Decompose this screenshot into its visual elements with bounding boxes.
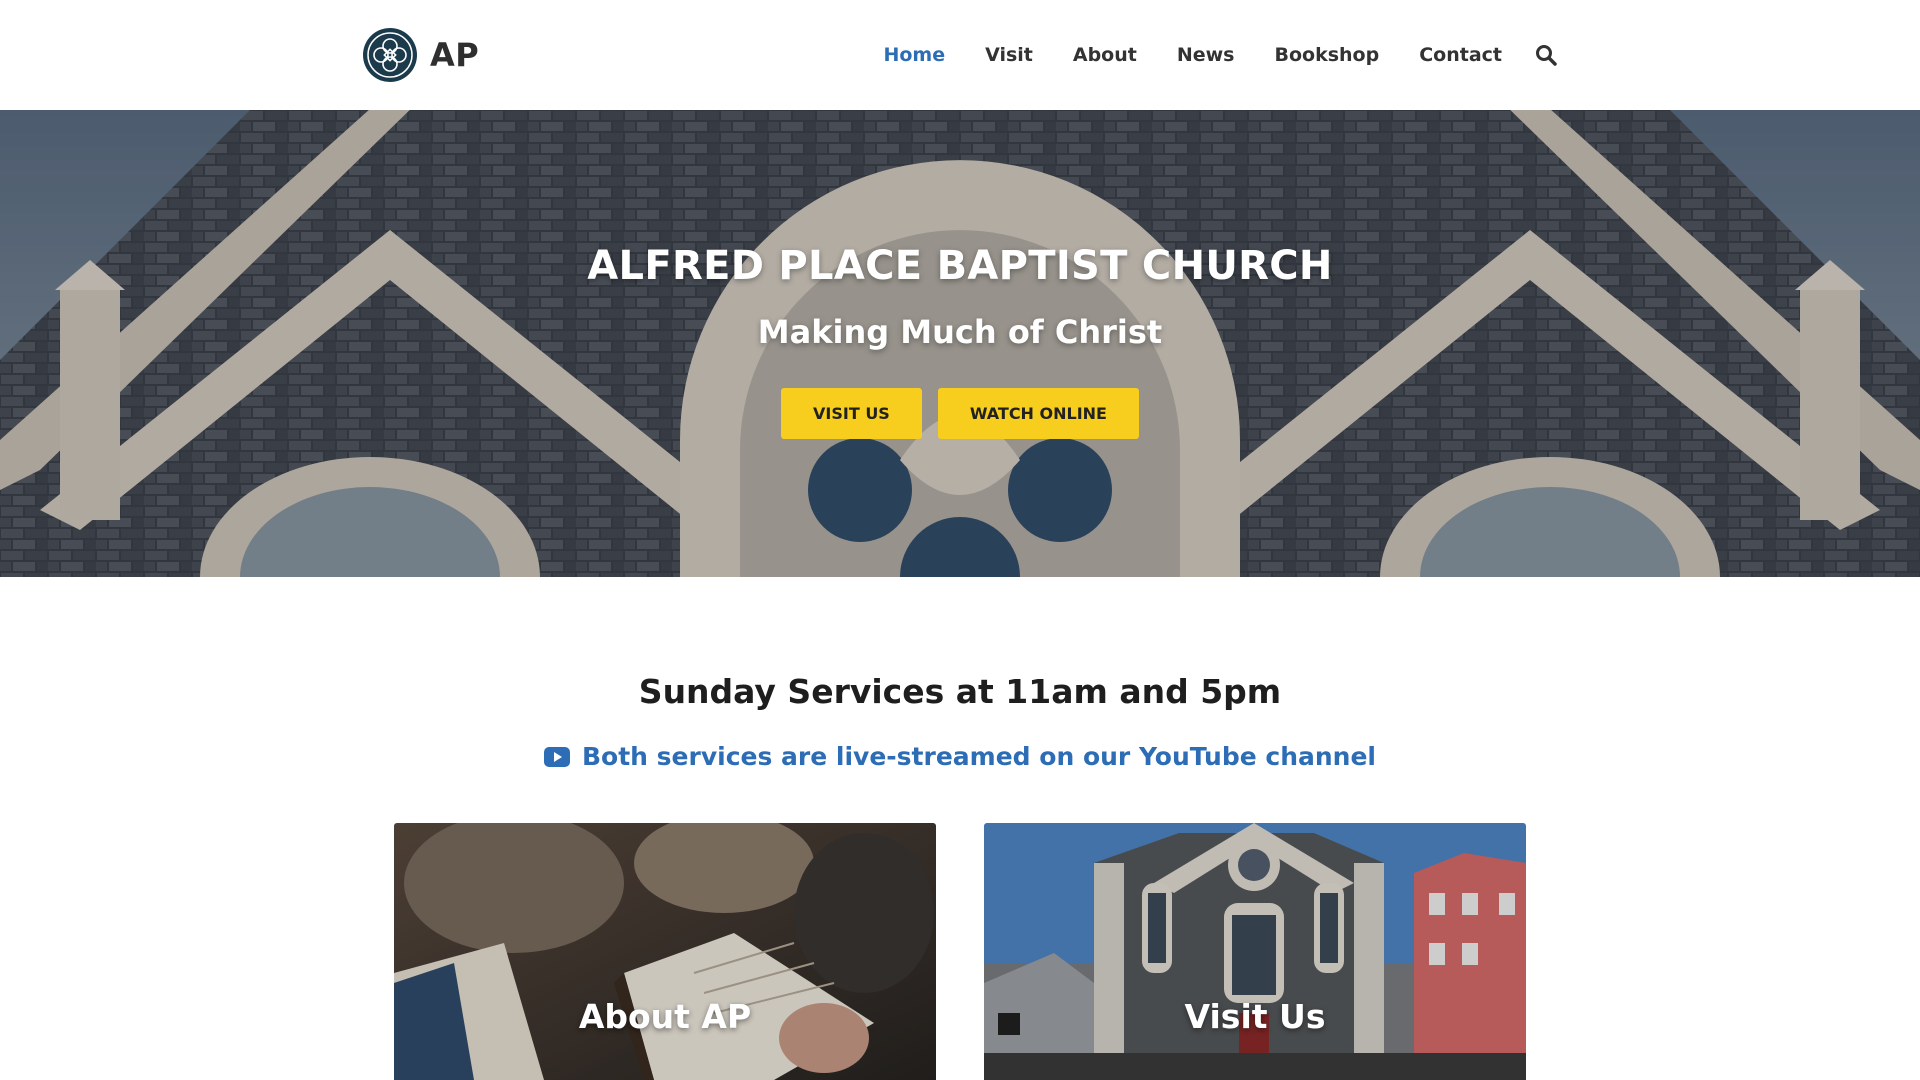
church-building-image [984, 823, 1526, 1080]
visit-card-label: Visit Us [1184, 997, 1326, 1036]
hero-subtitle: Making Much of Christ [757, 313, 1163, 351]
search-icon[interactable] [1534, 43, 1558, 67]
main-nav: Home Visit About News Bookshop Contact [843, 40, 1558, 70]
about-card[interactable]: About AP [394, 823, 936, 1080]
nav-item-news[interactable]: News [1177, 40, 1235, 70]
logo-text: AP [430, 36, 480, 74]
visit-us-button[interactable]: VISIT US [781, 388, 922, 439]
nav-item-bookshop[interactable]: Bookshop [1275, 40, 1380, 70]
bible-reading-image [394, 823, 936, 1080]
nav-item-contact[interactable]: Contact [1419, 40, 1502, 70]
hero-button-group: VISIT US WATCH ONLINE [0, 388, 1920, 439]
services-heading: Sunday Services at 11am and 5pm [638, 672, 1282, 711]
nav-item-home[interactable]: Home [883, 40, 945, 70]
nav-item-about[interactable]: About [1073, 40, 1137, 70]
stream-text: Both services are live-streamed on our Y… [581, 742, 1377, 771]
youtube-stream-link[interactable]: Both services are live-streamed on our Y… [0, 742, 1920, 771]
visit-card[interactable]: Visit Us [984, 823, 1526, 1080]
site-logo[interactable]: AP [362, 27, 479, 83]
about-card-label: About AP [578, 997, 752, 1036]
nav-item-visit[interactable]: Visit [985, 40, 1033, 70]
church-logo-icon [363, 28, 417, 82]
watch-online-button[interactable]: WATCH ONLINE [937, 388, 1139, 439]
site-header: AP Home Visit About News Bookshop Contac… [0, 0, 1920, 110]
youtube-icon [543, 746, 570, 767]
hero-banner: ALFRED PLACE BAPTIST CHURCH Making Much … [0, 110, 1920, 577]
hero-title: ALFRED PLACE BAPTIST CHURCH [587, 243, 1333, 289]
